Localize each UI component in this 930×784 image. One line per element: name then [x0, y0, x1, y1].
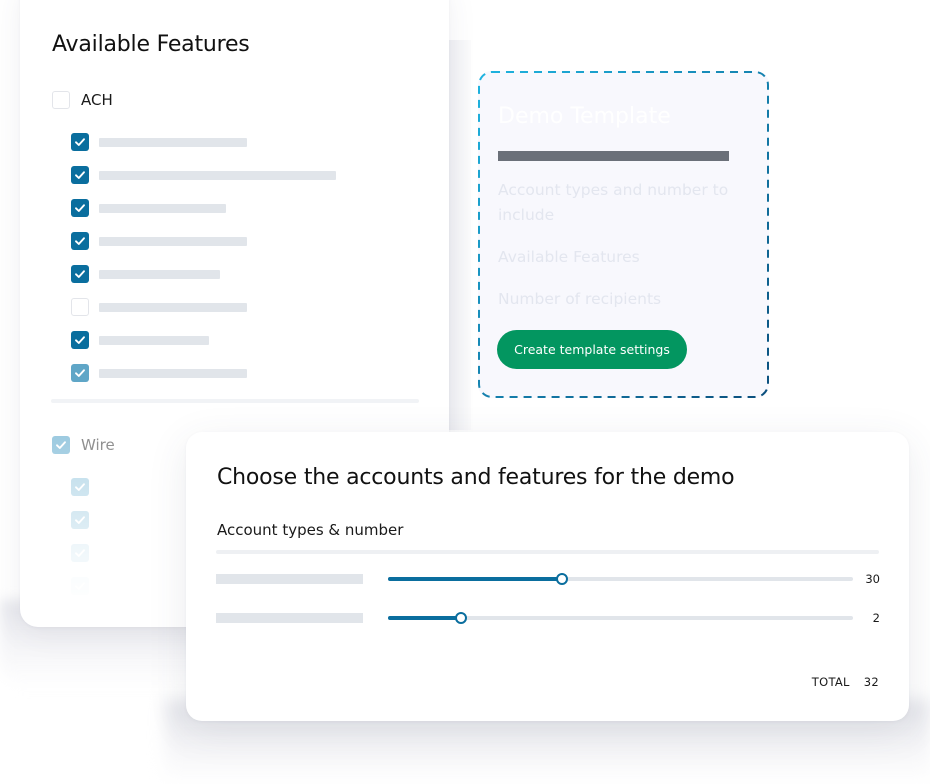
feature-label-placeholder — [99, 236, 247, 246]
feature-label-placeholder — [99, 170, 336, 180]
feature-checkbox[interactable] — [71, 166, 89, 184]
account-type-placeholder — [216, 613, 363, 623]
check-icon — [75, 204, 85, 212]
group-wire[interactable]: Wire — [52, 436, 115, 454]
ach-label: ACH — [81, 91, 113, 109]
feature-item[interactable] — [71, 199, 226, 217]
feature-checkbox[interactable] — [71, 577, 89, 595]
left-card-side-shadow — [449, 40, 471, 430]
group-ach[interactable]: ACH — [52, 91, 113, 109]
account-slider[interactable] — [388, 612, 853, 624]
account-type-placeholder — [216, 574, 363, 584]
slider-fill — [388, 577, 562, 581]
feature-checkbox[interactable] — [71, 298, 89, 316]
demo-template-drop-zone: Demo Template Account types and number t… — [478, 71, 769, 398]
account-selection-card: Choose the accounts and features for the… — [186, 432, 909, 721]
feature-checkbox[interactable] — [71, 133, 89, 151]
check-icon — [75, 336, 85, 344]
feature-item[interactable] — [71, 298, 247, 316]
feature-item[interactable] — [71, 544, 89, 562]
check-icon — [75, 483, 85, 491]
wire-label: Wire — [81, 436, 115, 454]
check-icon — [75, 237, 85, 245]
total-value: 32 — [863, 675, 879, 689]
feature-item[interactable] — [71, 232, 247, 250]
total-label: TOTAL — [811, 675, 850, 689]
check-icon — [75, 369, 85, 377]
available-features-title: Available Features — [52, 32, 250, 57]
feature-label-placeholder — [99, 137, 247, 147]
feature-label-placeholder — [99, 335, 209, 345]
feature-checkbox[interactable] — [71, 478, 89, 496]
section-divider — [216, 550, 879, 554]
feature-checkbox[interactable] — [71, 364, 89, 382]
feature-checkbox[interactable] — [71, 331, 89, 349]
feature-item[interactable] — [71, 265, 220, 283]
field-number-of-recipients: Number of recipients — [498, 290, 662, 308]
feature-item[interactable] — [71, 577, 89, 595]
check-icon — [75, 138, 85, 146]
slider-fill — [388, 616, 461, 620]
check-icon — [75, 171, 85, 179]
group-divider — [51, 399, 419, 403]
check-icon — [75, 516, 85, 524]
feature-checkbox[interactable] — [71, 232, 89, 250]
feature-checkbox[interactable] — [71, 199, 89, 217]
template-name-placeholder — [498, 151, 729, 161]
check-icon — [75, 582, 85, 590]
create-template-settings-button[interactable]: Create template settings — [497, 330, 687, 369]
demo-template-title: Demo Template — [498, 104, 671, 129]
account-count: 2 — [872, 611, 880, 625]
check-icon — [75, 270, 85, 278]
check-icon — [56, 441, 66, 449]
feature-item[interactable] — [71, 511, 89, 529]
feature-label-placeholder — [99, 368, 247, 378]
account-row: 2 — [216, 611, 886, 626]
ach-checkbox[interactable] — [52, 91, 70, 109]
feature-checkbox[interactable] — [71, 265, 89, 283]
feature-item[interactable] — [71, 364, 247, 382]
section-label: Account types & number — [217, 521, 404, 539]
feature-label-placeholder — [99, 203, 226, 213]
field-account-types: Account types and number to include — [498, 181, 729, 224]
feature-item[interactable] — [71, 331, 209, 349]
wire-checkbox[interactable] — [52, 436, 70, 454]
account-selection-title: Choose the accounts and features for the… — [217, 465, 735, 490]
feature-label-placeholder — [99, 269, 220, 279]
account-slider[interactable] — [388, 573, 853, 585]
slider-handle[interactable] — [455, 612, 467, 624]
slider-handle[interactable] — [555, 573, 568, 585]
check-icon — [75, 549, 85, 557]
account-count: 30 — [865, 572, 880, 586]
feature-item[interactable] — [71, 166, 336, 184]
total-summary: TOTAL 32 — [812, 675, 879, 689]
feature-checkbox[interactable] — [71, 511, 89, 529]
account-row: 30 — [216, 572, 886, 587]
field-available-features: Available Features — [498, 248, 640, 266]
feature-item[interactable] — [71, 133, 247, 151]
feature-label-placeholder — [99, 302, 247, 312]
feature-item[interactable] — [71, 478, 89, 496]
feature-checkbox[interactable] — [71, 544, 89, 562]
